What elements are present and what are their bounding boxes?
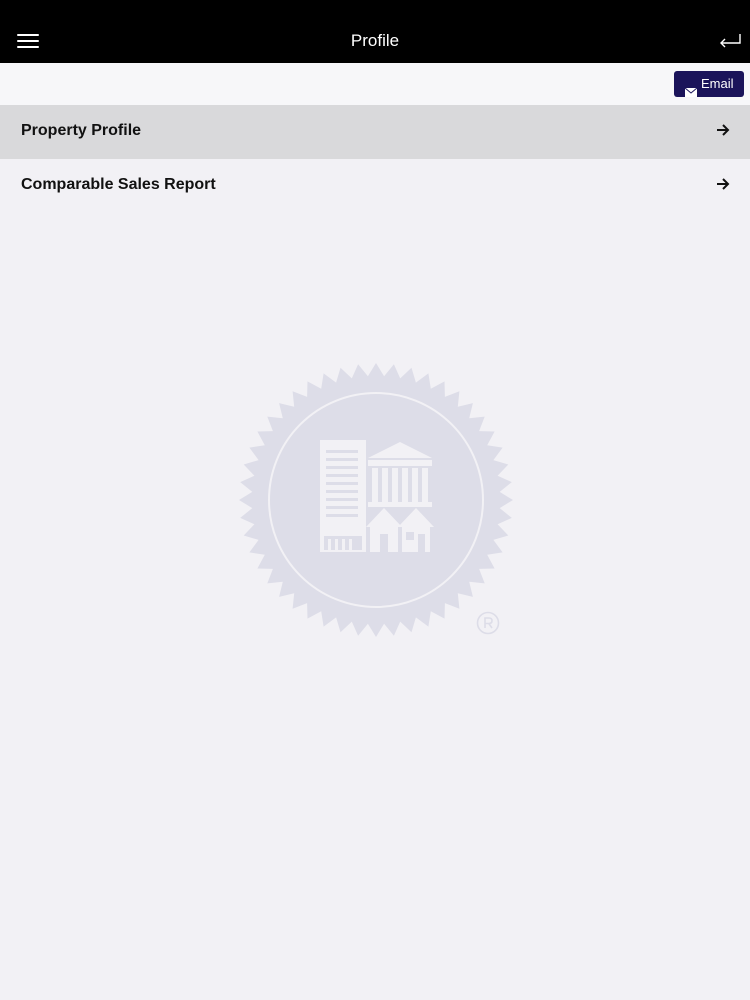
- arrow-right-icon: [716, 177, 730, 196]
- action-toolbar: Email: [0, 63, 750, 106]
- envelope-icon: [684, 80, 698, 106]
- menu-item-property-profile[interactable]: Property Profile: [0, 105, 750, 159]
- return-arrow-icon[interactable]: [716, 29, 744, 53]
- menu-item-comparable-sales-report[interactable]: Comparable Sales Report: [0, 159, 750, 213]
- company-seal-watermark: [238, 362, 514, 638]
- email-button-label: Email: [701, 76, 734, 91]
- registered-mark-icon: [476, 611, 500, 635]
- page-title: Profile: [350, 31, 400, 50]
- app-screen: Profile Email Property Profile Comparabl…: [0, 0, 750, 1000]
- email-button[interactable]: Email: [674, 71, 744, 97]
- arrow-right-icon: [716, 123, 730, 142]
- menu-item-label: Property Profile: [21, 122, 142, 139]
- nav-bar: Profile: [0, 0, 750, 63]
- menu-item-label: Comparable Sales Report: [21, 176, 216, 193]
